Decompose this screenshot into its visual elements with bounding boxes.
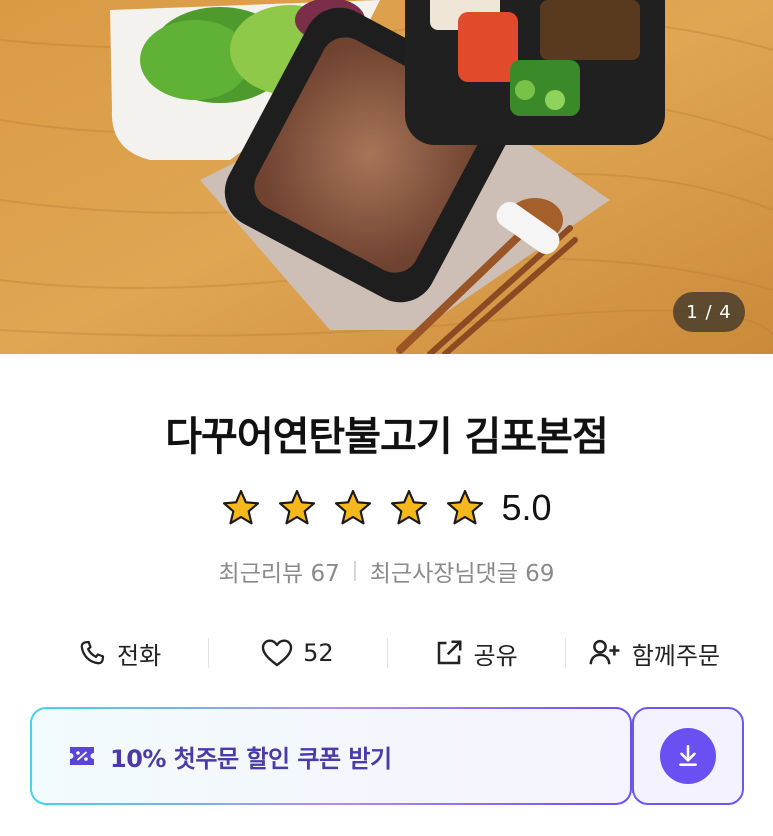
- call-button[interactable]: 전화: [30, 626, 208, 680]
- food-photo-illustration: [0, 0, 773, 354]
- group-order-label: 함께주문: [631, 641, 721, 670]
- store-photo[interactable]: 1 / 4: [0, 0, 773, 354]
- review-summary: 최근리뷰 67 최근사장님댓글 69: [0, 554, 773, 588]
- star-icon: [447, 489, 484, 525]
- group-order-button[interactable]: 함께주문: [564, 626, 743, 680]
- share-label: 공유: [473, 641, 518, 670]
- like-count: 52: [303, 639, 334, 667]
- star-rating: [221, 488, 485, 528]
- star-icon: [391, 489, 428, 525]
- image-counter-badge: 1 / 4: [673, 292, 745, 332]
- like-button[interactable]: 52: [208, 626, 386, 680]
- recent-reviews-link[interactable]: 최근리뷰 67: [219, 554, 340, 588]
- rating-score: 5.0: [501, 487, 552, 528]
- action-bar: 전화 52 공유 함께주문: [30, 626, 743, 680]
- recent-owner-replies-link[interactable]: 최근사장님댓글 69: [370, 554, 555, 588]
- add-person-icon: [589, 639, 620, 665]
- first-order-coupon[interactable]: 10% 첫주문 할인 쿠폰 받기: [30, 707, 744, 805]
- divider: [353, 561, 356, 581]
- coupon-download-area[interactable]: [632, 707, 744, 805]
- heart-icon: [261, 639, 293, 667]
- coupon-body[interactable]: 10% 첫주문 할인 쿠폰 받기: [30, 707, 632, 805]
- star-icon: [335, 489, 372, 525]
- star-icon: [279, 489, 316, 525]
- coupon-ticket-icon: [70, 747, 94, 765]
- phone-icon: [80, 640, 105, 665]
- call-label: 전화: [117, 641, 162, 670]
- rating-row: 5.0: [0, 484, 773, 532]
- coupon-label: 10% 첫주문 할인 쿠폰 받기: [110, 744, 392, 773]
- download-icon: [679, 744, 697, 766]
- store-name: 다꾸어연탄불고기 김포본점: [165, 414, 609, 460]
- coupon-download-button[interactable]: [660, 728, 716, 784]
- star-icon: [223, 489, 260, 525]
- share-icon: [437, 640, 462, 665]
- share-button[interactable]: 공유: [386, 626, 565, 680]
